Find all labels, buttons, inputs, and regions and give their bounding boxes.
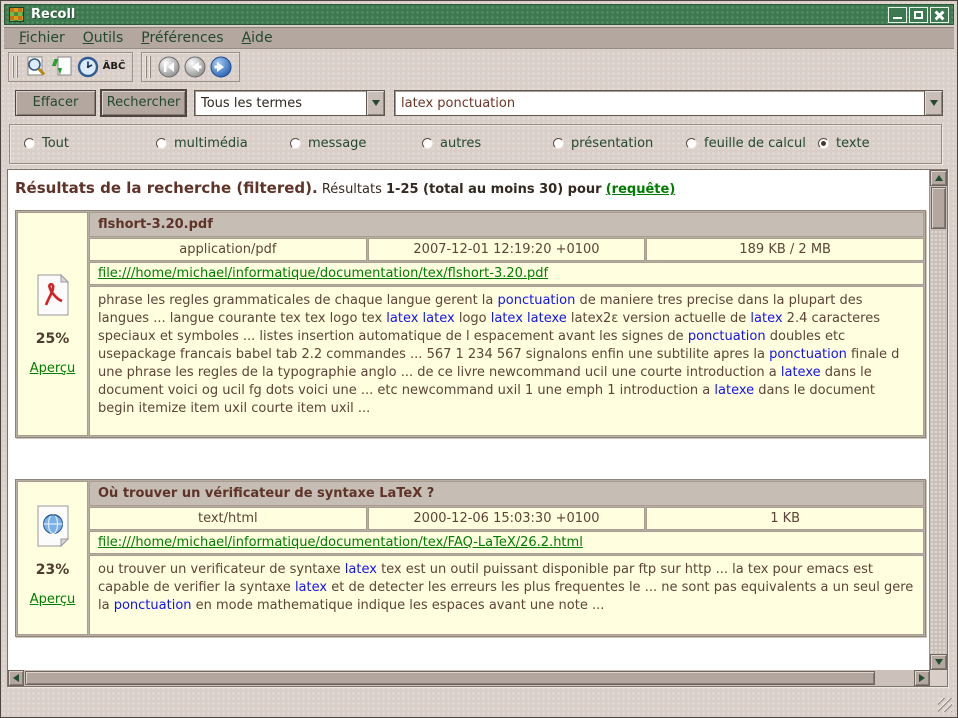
search-query-value: latex ponctuation [395,96,924,111]
results-title: Résultats de la recherche (filtered). [15,179,318,197]
radio-icon [818,138,829,149]
close-button[interactable] [930,7,949,23]
result-mime: text/html [89,507,367,530]
maximize-icon [910,8,927,22]
menu-aide[interactable]: Aide [233,28,282,48]
result-url-link[interactable]: file:///home/michael/informatique/docume… [98,266,548,281]
radio-feuille-de-calcul[interactable]: feuille de calcul [686,136,806,151]
result-1-side: 25% Aperçu [17,212,88,436]
query-link[interactable]: (requête) [606,182,676,197]
advanced-search-icon[interactable] [23,54,49,80]
result-meta: application/pdf 2007-12-01 12:19:20 +010… [89,238,924,261]
result-meta: text/html 2000-12-06 15:03:30 +0100 1 KB [89,507,924,530]
radio-texte[interactable]: texte [818,136,870,151]
app-icon [9,7,24,22]
radio-multimedia[interactable]: multimédia [156,136,248,151]
search-mode-value: Tous les termes [195,96,366,111]
recoll-window: Recoll Fichier Outils Préférences Aide [0,0,958,718]
minimize-icon [889,8,906,22]
pdf-icon [34,273,72,317]
menu-preferences[interactable]: Préférences [132,28,232,48]
result-2-side: 23% Aperçu [17,481,88,635]
result-size: 1 KB [646,507,924,530]
chevron-down-icon[interactable] [366,91,384,115]
resize-grip[interactable] [938,698,952,712]
radio-icon [686,138,697,149]
toolgroup-tools: ÂBĈ [8,52,133,82]
radio-autres[interactable]: autres [422,136,481,151]
relevance-badge: 25% [36,331,70,347]
result-url-row: file:///home/michael/informatique/docume… [89,262,924,285]
sort-params-icon[interactable] [49,54,75,80]
horizontal-scrollbar-thumb[interactable] [25,671,875,685]
radio-icon [553,138,564,149]
result-date: 2000-12-06 15:03:30 +0100 [368,507,646,530]
result-title: Où trouver un vérificateur de syntaxe La… [89,481,924,506]
result-item-1: 25% Aperçu flshort-3.20.pdf application/… [15,210,926,438]
preview-link[interactable]: Aperçu [30,361,76,376]
html-icon [34,504,72,548]
next-page-icon[interactable] [208,54,234,80]
radio-icon [24,138,35,149]
horizontal-scrollbar[interactable] [8,670,930,686]
radio-presentation[interactable]: présentation [553,136,653,151]
scroll-right-icon[interactable] [914,670,930,686]
radio-message[interactable]: message [290,136,366,151]
radio-icon [156,138,167,149]
result-snippet: phrase les regles grammaticales de chaqu… [89,286,924,436]
status-bar [4,688,954,714]
radio-icon [290,138,301,149]
title-bar[interactable]: Recoll [4,4,954,25]
results-frame: Résultats de la recherche (filtered). Ré… [7,169,948,687]
vertical-scrollbar-thumb[interactable] [931,187,946,229]
radio-tout[interactable]: Tout [24,136,69,151]
toolbar-handle[interactable] [12,56,19,78]
scroll-down-icon[interactable] [930,654,947,670]
relevance-badge: 23% [36,562,70,578]
results-list: Résultats de la recherche (filtered). Ré… [8,170,930,670]
menu-bar: Fichier Outils Préférences Aide [4,27,954,49]
term-explorer-icon[interactable]: ÂBĈ [101,54,127,80]
result-url-link[interactable]: file:///home/michael/informatique/docume… [98,535,583,550]
result-date: 2007-12-01 12:19:20 +0100 [368,238,646,261]
vertical-scrollbar[interactable] [930,170,947,670]
toolbar: ÂBĈ [4,50,954,83]
chevron-down-icon[interactable] [924,91,942,115]
results-header: Résultats de la recherche (filtered). Ré… [15,179,925,197]
search-mode-select[interactable]: Tous les termes [194,90,385,116]
result-item-2: 23% Aperçu Où trouver un vérificateur de… [15,479,926,637]
menu-fichier[interactable]: Fichier [10,28,74,48]
close-icon [931,8,948,22]
history-icon[interactable] [75,54,101,80]
result-mime: application/pdf [89,238,367,261]
result-title: flshort-3.20.pdf [89,212,924,237]
preview-link[interactable]: Aperçu [30,592,76,607]
prev-page-icon[interactable] [182,54,208,80]
window-title: Recoll [31,7,75,22]
result-size: 189 KB / 2 MB [646,238,924,261]
menu-outils[interactable]: Outils [74,28,132,48]
result-url-row: file:///home/michael/informatique/docume… [89,531,924,554]
scroll-left-icon[interactable] [8,670,24,686]
clear-button[interactable]: Effacer [15,90,96,116]
toolbar-handle[interactable] [145,56,152,78]
radio-icon [422,138,433,149]
scroll-up-icon[interactable] [930,170,947,186]
category-filter-group: Tout multimédia message autres présentat… [9,124,942,164]
first-page-icon[interactable] [156,54,182,80]
search-input[interactable]: latex ponctuation [394,90,943,116]
search-button[interactable]: Rechercher [101,90,186,116]
toolgroup-navigation [141,52,240,82]
minimize-button[interactable] [888,7,907,23]
result-snippet: ou trouver un verificateur de syntaxe la… [89,555,924,635]
maximize-button[interactable] [909,7,928,23]
